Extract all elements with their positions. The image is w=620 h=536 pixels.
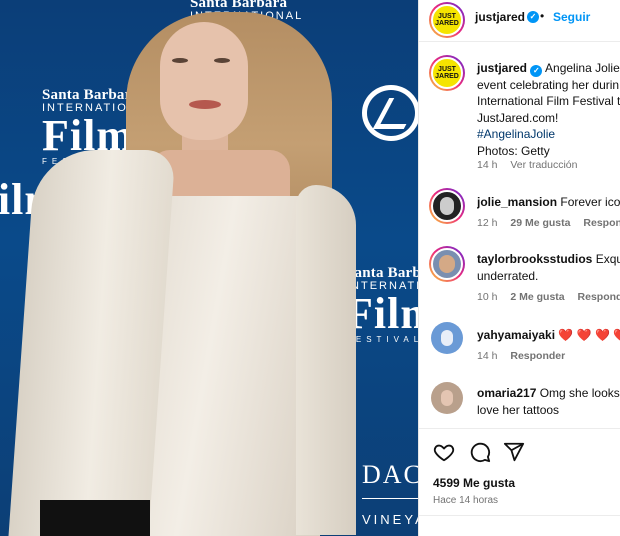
figure-eye — [214, 58, 230, 63]
post-photo[interactable]: Santa Barbara INTERNATIONAL Film FESTIVA… — [0, 0, 418, 536]
post-actions: 4599 Me gusta Hace 14 horas — [419, 428, 620, 536]
figure-eye — [172, 58, 188, 63]
reply-button[interactable]: Responder — [510, 350, 565, 362]
caption-text: Angelina Jolie — [545, 61, 620, 75]
verified-badge-icon: ✓ — [530, 65, 543, 77]
comment-meta: 12 h 29 Me gusta Responder — [477, 217, 620, 229]
comment-username[interactable]: taylorbrooksstudios — [477, 252, 592, 266]
figure-face — [160, 22, 248, 140]
comment-avatar[interactable] — [431, 382, 463, 414]
header-username[interactable]: justjared — [475, 10, 525, 24]
figure-jacket-left — [8, 150, 176, 536]
reply-button[interactable]: Responder — [578, 291, 620, 303]
comment-likes[interactable]: 2 Me gusta — [510, 291, 564, 303]
likes-count[interactable]: 4599 Me gusta — [433, 476, 515, 490]
comment-time: 14 h — [477, 350, 498, 362]
comment-meta: 10 h 2 Me gusta Responder — [477, 291, 620, 303]
heart-icon[interactable] — [433, 441, 455, 463]
figure-lips — [189, 100, 221, 109]
comment-text: omaria217 Omg she looks love her tattoos — [477, 385, 620, 418]
comment-text: yahyamaiyaki ❤️ ❤️ ❤️ ❤️ — [477, 327, 620, 344]
separator-dot: • — [540, 9, 545, 23]
avatar-logo-text: JUST JARED — [435, 66, 459, 80]
comment-body: Omg she looks — [539, 386, 620, 400]
comment-icon[interactable] — [469, 441, 491, 463]
hashtag-link[interactable]: #AngelinaJolie — [477, 126, 620, 143]
comment-body: Exqui — [595, 252, 620, 266]
comment-meta: 14 h Responder — [477, 350, 565, 362]
figure-dark-hem — [40, 500, 150, 536]
comment-avatar[interactable] — [431, 322, 463, 354]
verified-badge-icon: ✓ — [527, 11, 539, 23]
caption-text: International Film Festival t — [477, 94, 620, 108]
reply-button[interactable]: Responder — [583, 217, 620, 229]
post-side-panel: JUST JARED justjared ✓ • Seguir JUST JAR… — [418, 0, 620, 536]
comment-username[interactable]: yahyamaiyaki — [477, 328, 555, 342]
comment-time: 12 h — [477, 217, 498, 229]
avatar-image — [431, 248, 463, 280]
post-caption: justjared ✓ Angelina Jolie event celebra… — [477, 60, 620, 159]
backdrop-text: DAC — [362, 460, 418, 489]
caption-username[interactable]: justjared — [477, 61, 527, 75]
header-avatar[interactable]: JUST JARED — [429, 2, 465, 38]
avatar-image — [431, 322, 463, 354]
comment-likes[interactable]: 29 Me gusta — [510, 217, 570, 229]
comment-username[interactable]: omaria217 — [477, 386, 536, 400]
caption-avatar[interactable]: JUST JARED — [429, 55, 465, 91]
backdrop-logo-right: Santa Barbara INTERNATIONAL Film FESTIVA… — [346, 266, 418, 344]
avatar-image — [431, 382, 463, 414]
backdrop-text: FESTIVAL — [346, 335, 418, 344]
avatar-image — [431, 190, 463, 222]
lexus-logo-icon — [362, 85, 418, 141]
post-timestamp: Hace 14 horas — [433, 495, 499, 506]
figure-jacket-right — [296, 185, 356, 535]
backdrop-text: Film — [346, 289, 418, 338]
caption-text: JustJared.com! — [477, 110, 559, 125]
divider — [419, 515, 620, 516]
comment-text: jolie_mansion Forever icon — [477, 194, 620, 211]
justjared-logo-icon: JUST JARED — [431, 57, 463, 89]
caption-meta: 14 h Ver traducción — [477, 159, 577, 171]
translate-link[interactable]: Ver traducción — [510, 159, 577, 171]
backdrop-text: Santa Barbara — [346, 265, 418, 281]
follow-button[interactable]: Seguir — [553, 10, 590, 24]
comment-avatar[interactable] — [429, 246, 465, 282]
comment-time: 10 h — [477, 291, 498, 303]
caption-time: 14 h — [477, 159, 498, 171]
share-icon[interactable] — [503, 441, 525, 463]
caption-credit: Photos: Getty — [477, 143, 550, 158]
comment-body: love her tattoos — [477, 402, 560, 417]
avatar-logo-text: JUST JARED — [435, 13, 459, 27]
comment-body: ❤️ ❤️ ❤️ ❤️ — [558, 328, 620, 342]
post-header: JUST JARED justjared ✓ • Seguir — [419, 0, 620, 42]
backdrop-text: VINEYA — [362, 512, 418, 527]
comment-avatar[interactable] — [429, 188, 465, 224]
comment-username[interactable]: jolie_mansion — [477, 195, 557, 209]
comment-body: underrated. — [477, 268, 539, 283]
comment-text: taylorbrooksstudios Exqui underrated. — [477, 251, 620, 284]
justjared-logo-icon: JUST JARED — [431, 4, 463, 36]
comment-body: Forever icon — [560, 195, 620, 209]
backdrop-divider — [362, 498, 418, 499]
caption-text: event celebrating her durin — [477, 77, 620, 92]
